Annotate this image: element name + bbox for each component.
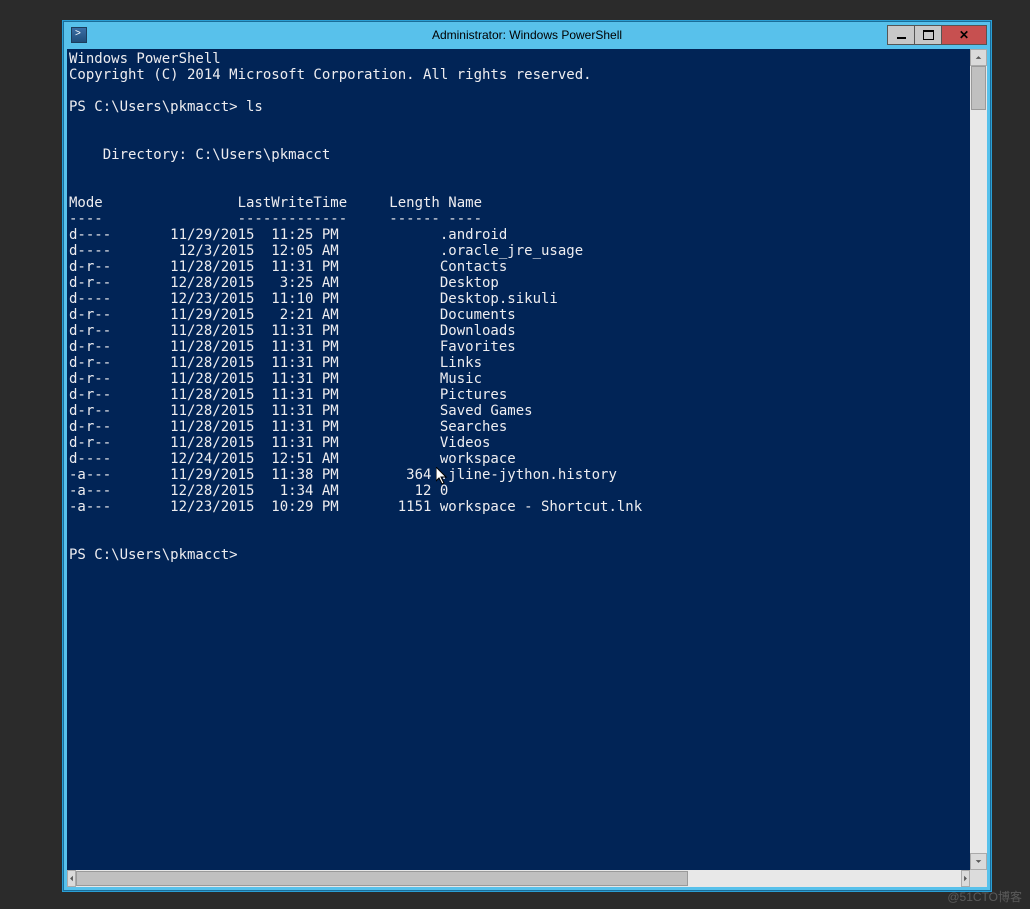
vertical-scroll-thumb[interactable] bbox=[971, 66, 986, 110]
horizontal-scroll-thumb[interactable] bbox=[76, 871, 688, 886]
window-title: Administrator: Windows PowerShell bbox=[63, 28, 991, 42]
vertical-scroll-track[interactable] bbox=[970, 66, 987, 853]
minimize-button[interactable] bbox=[887, 25, 915, 45]
watermark: @51CTO博客 bbox=[947, 888, 1022, 905]
powershell-icon bbox=[71, 27, 87, 43]
powershell-window: Administrator: Windows PowerShell ✕ Wind… bbox=[62, 20, 992, 892]
window-buttons: ✕ bbox=[888, 25, 987, 45]
horizontal-scroll-track[interactable] bbox=[76, 870, 961, 887]
chevron-up-icon bbox=[975, 54, 982, 61]
chevron-right-icon bbox=[962, 875, 969, 882]
titlebar[interactable]: Administrator: Windows PowerShell ✕ bbox=[63, 21, 991, 49]
horizontal-scrollbar[interactable] bbox=[67, 870, 987, 887]
close-button[interactable]: ✕ bbox=[941, 25, 987, 45]
scroll-right-button[interactable] bbox=[961, 870, 970, 887]
close-icon: ✕ bbox=[959, 28, 969, 42]
terminal-output[interactable]: Windows PowerShell Copyright (C) 2014 Mi… bbox=[67, 49, 987, 870]
scroll-up-button[interactable] bbox=[970, 49, 987, 66]
scroll-left-button[interactable] bbox=[67, 870, 76, 887]
minimize-icon bbox=[897, 37, 906, 40]
chevron-down-icon bbox=[975, 858, 982, 865]
scroll-down-button[interactable] bbox=[970, 853, 987, 870]
maximize-button[interactable] bbox=[914, 25, 942, 45]
client-area: Windows PowerShell Copyright (C) 2014 Mi… bbox=[67, 49, 987, 887]
chevron-left-icon bbox=[68, 875, 75, 882]
resize-grip[interactable] bbox=[970, 870, 987, 887]
vertical-scrollbar[interactable] bbox=[970, 49, 987, 870]
maximize-icon bbox=[923, 30, 934, 40]
